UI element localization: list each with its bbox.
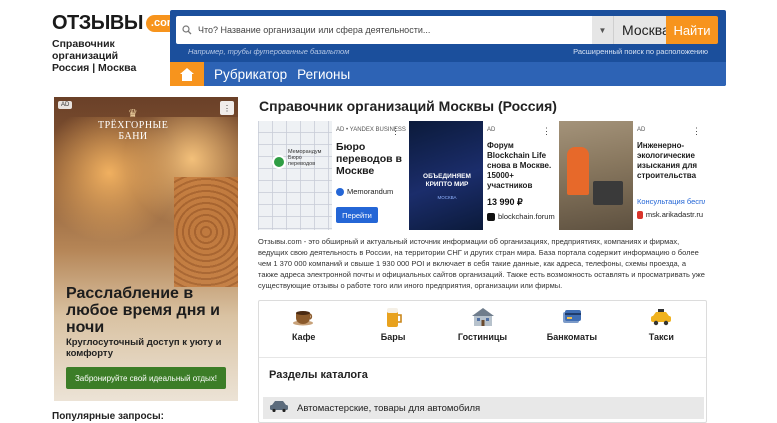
ad-subtext: Круглосуточный доступ к уюту и комфорту: [66, 337, 222, 359]
nav-item-rubricator[interactable]: Рубрикатор: [214, 67, 287, 82]
home-icon[interactable]: [170, 62, 204, 86]
ad-card-translation[interactable]: Меморандум Бюро переводов AD • YANDEX BU…: [258, 121, 406, 230]
globe-icon: [336, 187, 344, 196]
nav-item-regions[interactable]: Регионы: [297, 67, 350, 82]
crypto-thumb-text: ОБЪЕДИНЯЕМ КРИПТО МИР: [423, 173, 471, 188]
ad-map-thumbnail: Меморандум Бюро переводов: [258, 121, 332, 230]
main-nav: Рубрикатор Регионы: [170, 62, 726, 86]
left-banner-ad[interactable]: AD ⋮ ♛ ТРЁХГОРНЫЕ БАНИ Расслабление в лю…: [54, 97, 238, 401]
quick-categories: Кафе Бары Гостиницы Банкоматы Такси: [259, 301, 706, 357]
ad-crypto-thumbnail: ОБЪЕДИНЯЕМ КРИПТО МИР МОСКВА: [409, 121, 483, 230]
search-input[interactable]: Что? Название организации или сфера деят…: [176, 16, 592, 44]
ad-card-price: 13 990 ₽: [487, 197, 523, 207]
taxi-icon: [648, 307, 674, 327]
site-tagline: Справочник организаций Россия | Москва: [52, 38, 182, 74]
search-button[interactable]: Найти: [666, 16, 718, 44]
search-icon: [176, 16, 198, 44]
ad-card-meta: AD: [487, 127, 496, 133]
quick-category-hotels[interactable]: Гостиницы: [438, 301, 527, 357]
search-panel: Что? Название организации или сфера деят…: [170, 10, 726, 86]
quick-category-label: Бары: [380, 332, 406, 342]
ad-menu-icon[interactable]: ⋮: [692, 126, 701, 137]
survey-equipment: [593, 181, 623, 205]
logo-text: ОТЗЫВЫ: [52, 11, 143, 34]
ad-headline: Расслабление в любое время дня и ночи: [66, 285, 220, 336]
city-value: Москва: [622, 22, 670, 38]
ad-card-survey[interactable]: AD ⋮ Инженерно-экологические изыскания д…: [559, 121, 707, 230]
ad-menu-icon[interactable]: ⋮: [391, 126, 400, 137]
tagline-line-1: Справочник организаций: [52, 38, 119, 62]
site-favicon-icon: [637, 210, 643, 219]
ad-brand-logo: ♛ ТРЁХГОРНЫЕ БАНИ: [98, 108, 169, 143]
coffee-cup-icon: [291, 307, 317, 327]
ad-card-brand-name: Memorandum: [347, 187, 394, 196]
ad-survey-thumbnail: [559, 121, 633, 230]
search-placeholder: Что? Название организации или сфера деят…: [198, 25, 431, 35]
page-title: Справочник организаций Москвы (Россия): [259, 98, 557, 114]
quick-category-label: Кафе: [292, 332, 316, 342]
tagline-line-2: Россия | Москва: [52, 62, 137, 74]
ad-card-brand: Memorandum: [336, 187, 393, 196]
quick-category-label: Гостиницы: [457, 332, 508, 342]
crown-icon: ♛: [127, 108, 139, 120]
divider: [259, 357, 706, 358]
ad-background-logs: [174, 177, 238, 287]
site-logo[interactable]: ОТЗЫВЫ .com: [52, 12, 182, 34]
advanced-search-link[interactable]: Расширенный поиск по расположению: [573, 47, 708, 61]
ad-card-brand: blockchain.forum: [487, 212, 555, 221]
map-pin-icon: [272, 155, 286, 169]
ad-menu-icon[interactable]: ⋮: [220, 101, 234, 115]
quick-category-taxi[interactable]: Такси: [617, 301, 706, 357]
quick-category-atm[interactable]: Банкоматы: [527, 301, 616, 357]
ad-card-brand: msk.arikadastr.ru: [637, 210, 703, 219]
beer-mug-icon: [380, 307, 406, 327]
catalog-sections-title: Разделы каталога: [269, 369, 368, 381]
ad-card-cta-button[interactable]: Перейти: [336, 207, 378, 223]
quick-category-cafe[interactable]: Кафе: [259, 301, 348, 357]
search-example-link[interactable]: Например, трубы футерованные базальтом: [188, 47, 349, 61]
atm-card-icon: [559, 307, 585, 327]
crypto-thumb-sub: МОСКВА: [437, 195, 457, 200]
map-label: Меморандум Бюро переводов: [288, 149, 322, 167]
quick-category-label: Такси: [648, 332, 674, 342]
about-text: Отзывы.com - это обширный и актуальный и…: [258, 237, 705, 290]
ad-card-title: Форум Blockchain Life снова в Москве. 15…: [487, 141, 552, 190]
ad-cta-button[interactable]: Забронируйте свой идеальный отдых!: [66, 367, 226, 389]
ad-menu-icon[interactable]: ⋮: [542, 126, 551, 137]
ad-brand-name: ТРЁХГОРНЫЕ БАНИ: [98, 120, 169, 142]
ad-card-promo: Консультация бесплатно!: [637, 197, 705, 206]
ad-badge: AD: [58, 101, 73, 109]
catalog-box: Кафе Бары Гостиницы Банкоматы Такси Разд…: [258, 300, 707, 423]
ad-card-meta: AD: [637, 127, 646, 133]
hotel-icon: [470, 307, 496, 327]
ad-strip: Меморандум Бюро переводов AD • YANDEX BU…: [258, 121, 707, 230]
ad-card-blockchain[interactable]: ОБЪЕДИНЯЕМ КРИПТО МИР МОСКВА AD ⋮ Форум …: [409, 121, 557, 230]
ad-card-brand-name: blockchain.forum: [498, 212, 555, 221]
worker-figure: [567, 147, 589, 195]
quick-category-label: Банкоматы: [546, 332, 598, 342]
site-favicon-icon: [487, 212, 495, 221]
search-hints: Например, трубы футерованные базальтом Р…: [176, 47, 720, 61]
ad-card-brand-name: msk.arikadastr.ru: [645, 210, 703, 219]
car-icon: [269, 399, 289, 417]
ad-card-title: Инженерно-экологические изыскания для ст…: [637, 141, 698, 180]
catalog-section-auto[interactable]: Автомастерские, товары для автомобиля: [263, 397, 704, 419]
popular-queries-title: Популярные запросы:: [52, 411, 164, 422]
quick-category-bars[interactable]: Бары: [348, 301, 437, 357]
chevron-down-icon: ▼: [592, 16, 614, 44]
ad-card-title: Бюро переводов в Москве: [336, 141, 402, 177]
catalog-section-label: Автомастерские, товары для автомобиля: [297, 402, 481, 414]
